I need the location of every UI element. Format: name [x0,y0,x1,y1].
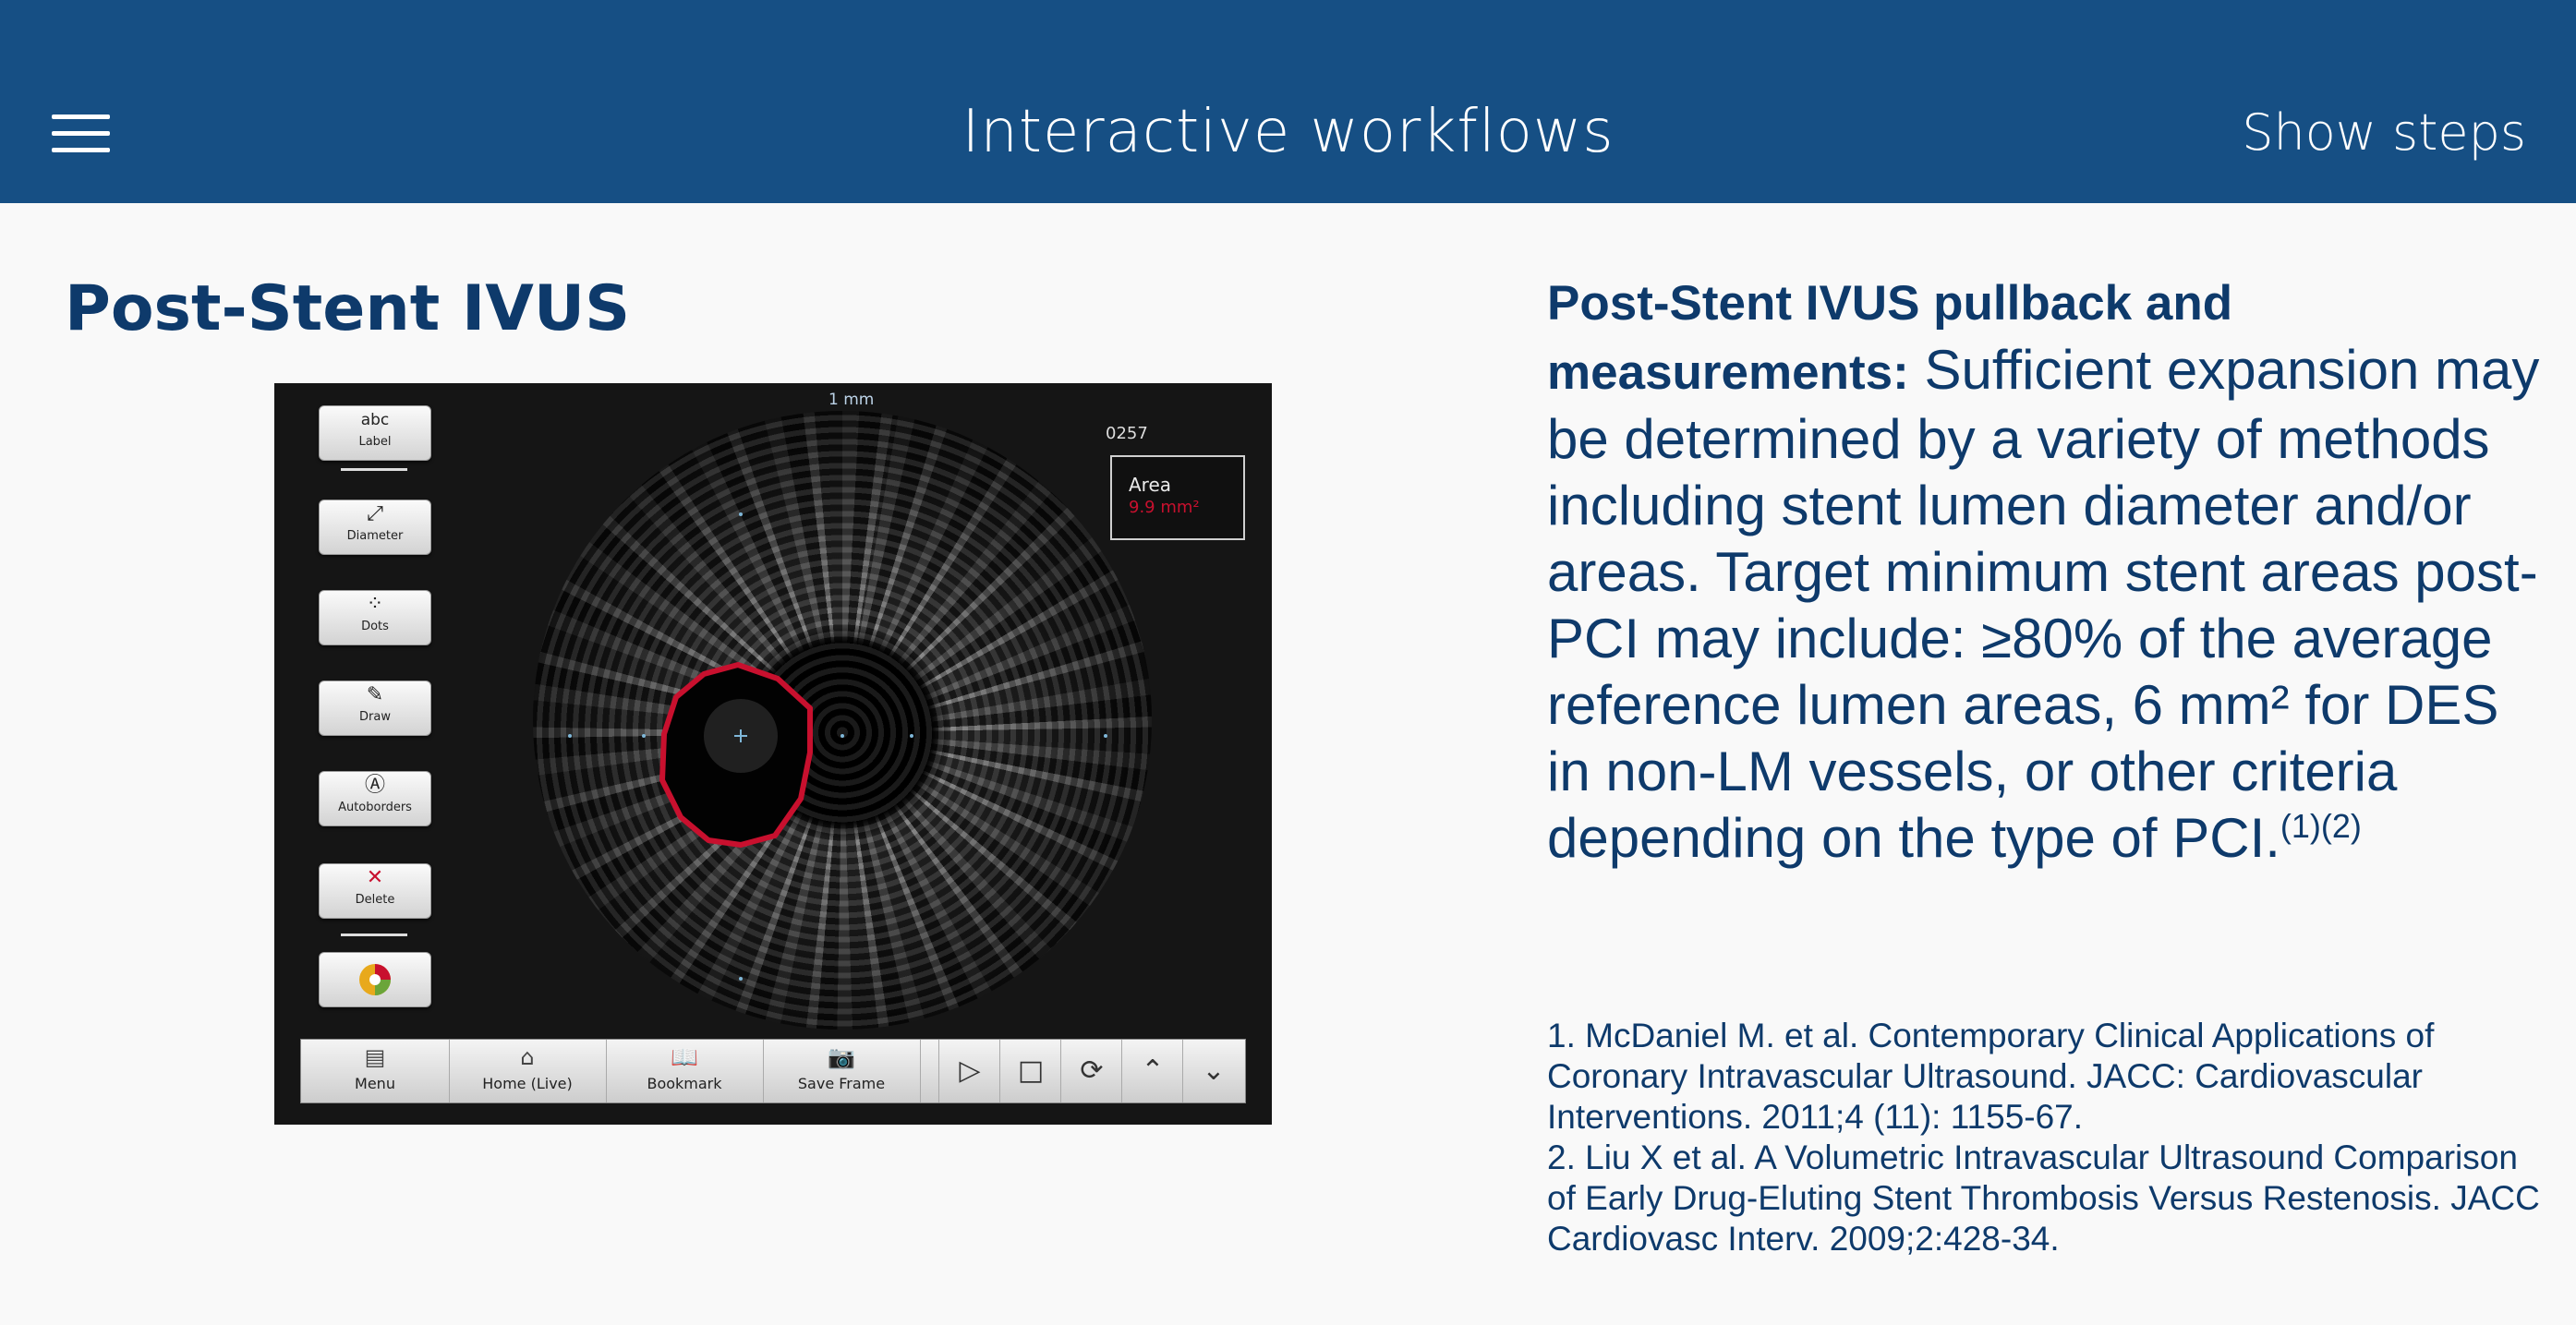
toolbar-label: Save Frame [797,1075,886,1092]
tool-autoborders-button[interactable]: Ⓐ Autoborders [319,771,431,826]
label-icon: abc [360,411,390,429]
area-label: Area [1129,474,1172,496]
toolbar-save-frame-button[interactable]: 📷 Save Frame [763,1040,921,1102]
reference-item: 1. McDaniel M. et al. Contemporary Clini… [1547,1017,2435,1136]
toolbar-label: Home (Live) [482,1075,573,1092]
tool-label: Autoborders [338,801,412,814]
toolbar-bookmark-button[interactable]: 📖 Bookmark [606,1040,764,1102]
tool-label: Delete [355,893,395,907]
section-title: Post-Stent IVUS [65,272,631,345]
ivus-cross-section-image [533,411,1152,1030]
ivus-viewer-screenshot: 1 mm 0257 Area 9.9 mm² abc Label ⤢ Diame… [274,383,1272,1125]
top-bar: Interactive workflows Show steps [0,0,2576,203]
draw-icon: ✎ [366,683,384,706]
chevron-up-icon[interactable]: ⌃ [1121,1040,1183,1102]
loop-icon[interactable]: ⟳ [1060,1040,1122,1102]
stop-icon[interactable]: □ [999,1040,1061,1102]
measurement-dots [568,512,1107,981]
scale-label: 1 mm [828,391,875,409]
tool-delete-button[interactable]: ✕ Delete [319,863,431,919]
home-icon: ⌂ [520,1044,535,1070]
toolbar-label: Bookmark [647,1075,722,1092]
tool-draw-button[interactable]: ✎ Draw [319,681,431,736]
citation-marks: (1)(2) [2280,807,2362,845]
menu-icon: ▤ [364,1044,386,1070]
tool-divider [341,468,407,471]
autoborders-icon: Ⓐ [364,774,385,797]
bookmark-icon: 📖 [671,1044,698,1070]
tool-divider [341,934,407,936]
tool-label: Diameter [346,529,404,543]
camera-icon: 📷 [828,1044,855,1070]
area-readout: Area 9.9 mm² [1110,455,1245,540]
toolbar-home-button[interactable]: ⌂ Home (Live) [449,1040,607,1102]
play-icon[interactable]: ▷ [938,1040,1000,1102]
tool-label: Dots [361,620,389,633]
dots-icon: ⁘ [366,593,384,616]
tool-dots-button[interactable]: ⁘ Dots [319,590,431,645]
chevron-down-icon[interactable]: ⌄ [1182,1040,1244,1102]
toolbar-label: Menu [355,1075,395,1092]
diameter-icon: ⤢ [367,502,383,525]
lumen-contour [568,512,1107,981]
toolbar-menu-button[interactable]: ▤ Menu [301,1040,450,1102]
tool-label: Label [358,435,392,449]
frame-number: 0257 [1106,424,1148,443]
references: 1. McDaniel M. et al. Contemporary Clini… [1547,1016,2545,1259]
description: Post-Stent IVUS pullback and measurement… [1547,268,2545,872]
app-title: Interactive workflows [961,98,1615,166]
tool-label-button[interactable]: abc Label [319,405,431,461]
tool-label: Draw [359,710,391,724]
delete-icon: ✕ [366,866,384,889]
area-value: 9.9 mm² [1129,498,1200,517]
color-wheel-icon [320,953,430,1006]
viewer-toolbar: ▤ Menu ⌂ Home (Live) 📖 Bookmark 📷 Save F… [300,1039,1246,1103]
show-steps-button[interactable]: Show steps [2242,100,2526,166]
tool-color-button[interactable] [319,952,431,1007]
reference-item: 2. Liu X et al. A Volumetric Intravascul… [1547,1138,2540,1258]
description-body: Sufficient expansion may be determined b… [1547,339,2540,869]
tool-diameter-button[interactable]: ⤢ Diameter [319,500,431,555]
